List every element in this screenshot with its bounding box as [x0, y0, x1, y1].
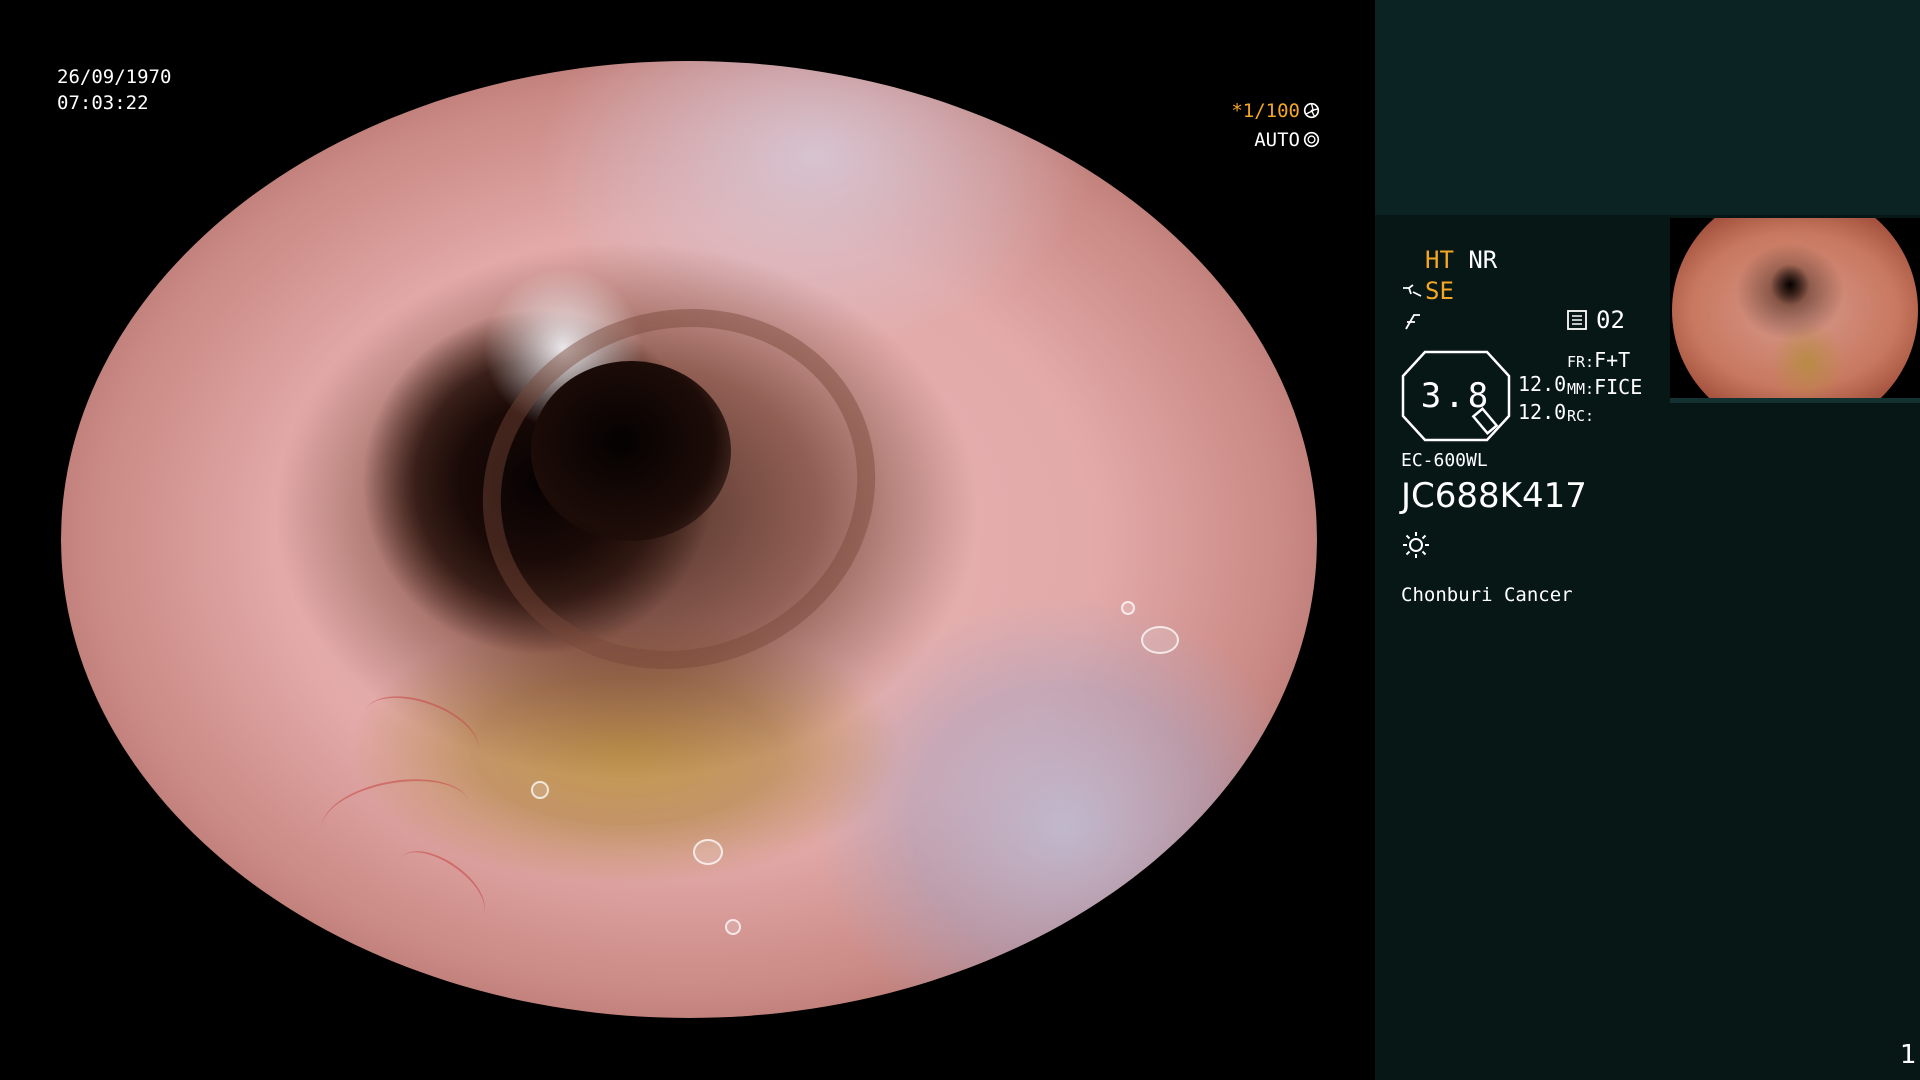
lumen-core	[531, 361, 731, 541]
zoom-number-1: 12.0	[1518, 372, 1567, 396]
thumbnail-caption-bar	[1670, 398, 1920, 403]
mm-row: MM:FICE	[1567, 375, 1642, 402]
bubble	[1141, 626, 1179, 654]
filter-row	[1401, 307, 1497, 338]
zoom-value: 3.8	[1420, 376, 1492, 416]
enhance-icon	[1403, 283, 1422, 297]
time-text: 07:03:22	[57, 92, 149, 114]
scope-serial: JC688K417	[1401, 476, 1587, 516]
mode-settings: FR:F+T MM:FICE RC:	[1567, 348, 1642, 429]
ht-flag: HT	[1425, 246, 1454, 274]
bubble	[531, 781, 549, 799]
endoscopic-image	[61, 61, 1317, 1018]
hospital-name: Chonburi Cancer	[1401, 584, 1573, 606]
iris-icon	[1303, 131, 1320, 148]
date-text: 26/09/1970	[57, 66, 172, 88]
processing-flags: HT NR SE	[1401, 245, 1497, 338]
rc-row: RC:	[1567, 402, 1642, 429]
zoom-number-2: 12.0	[1518, 400, 1567, 424]
fr-value: F+T	[1594, 348, 1631, 372]
mm-label: MM:	[1567, 380, 1595, 398]
rc-label: RC:	[1567, 407, 1595, 425]
mm-value: FICE	[1594, 375, 1643, 399]
vessel	[354, 682, 488, 782]
light-icon	[1403, 532, 1429, 558]
shutter-speed: *1/100	[1231, 100, 1300, 122]
image-number-value: 02	[1596, 306, 1625, 334]
fr-row: FR:F+T	[1567, 348, 1642, 375]
shutter-icon	[1303, 102, 1320, 119]
bubble	[693, 839, 723, 865]
scope-model: EC-600WL	[1401, 450, 1488, 471]
bubble	[1121, 601, 1135, 615]
info-panel: HT NR SE 02 3.8 12.0 12.0 FR:F+T MM:FICE	[1375, 0, 1920, 1080]
iris-mode: AUTO	[1254, 129, 1300, 151]
image-number: 02	[1566, 306, 1625, 334]
se-flag: SE	[1425, 277, 1454, 305]
page-number: 1	[1900, 1040, 1917, 1070]
vessel	[315, 768, 477, 866]
memory-icon	[1567, 310, 1587, 330]
bubble	[725, 919, 741, 935]
zoom-numbers: 12.0 12.0	[1518, 370, 1566, 426]
fr-label: FR:	[1567, 353, 1595, 371]
shutter-info: *1/100 AUTO	[1231, 97, 1320, 155]
se-row: SE	[1401, 276, 1497, 307]
endoscopy-screen: 26/09/1970 07:03:22 *1/100 AUTO HT NR SE	[0, 0, 1920, 1080]
datetime-display: 26/09/1970 07:03:22	[57, 64, 171, 116]
ht-nr-row: HT NR	[1401, 245, 1497, 276]
nr-flag: NR	[1468, 246, 1498, 274]
panel-header-area	[1375, 0, 1920, 215]
thumbnail-image	[1672, 218, 1918, 403]
filter-icon	[1405, 313, 1420, 329]
thumbnail-preview[interactable]	[1670, 218, 1920, 403]
iris-row: AUTO	[1231, 126, 1320, 155]
shutter-row: *1/100	[1231, 97, 1320, 126]
